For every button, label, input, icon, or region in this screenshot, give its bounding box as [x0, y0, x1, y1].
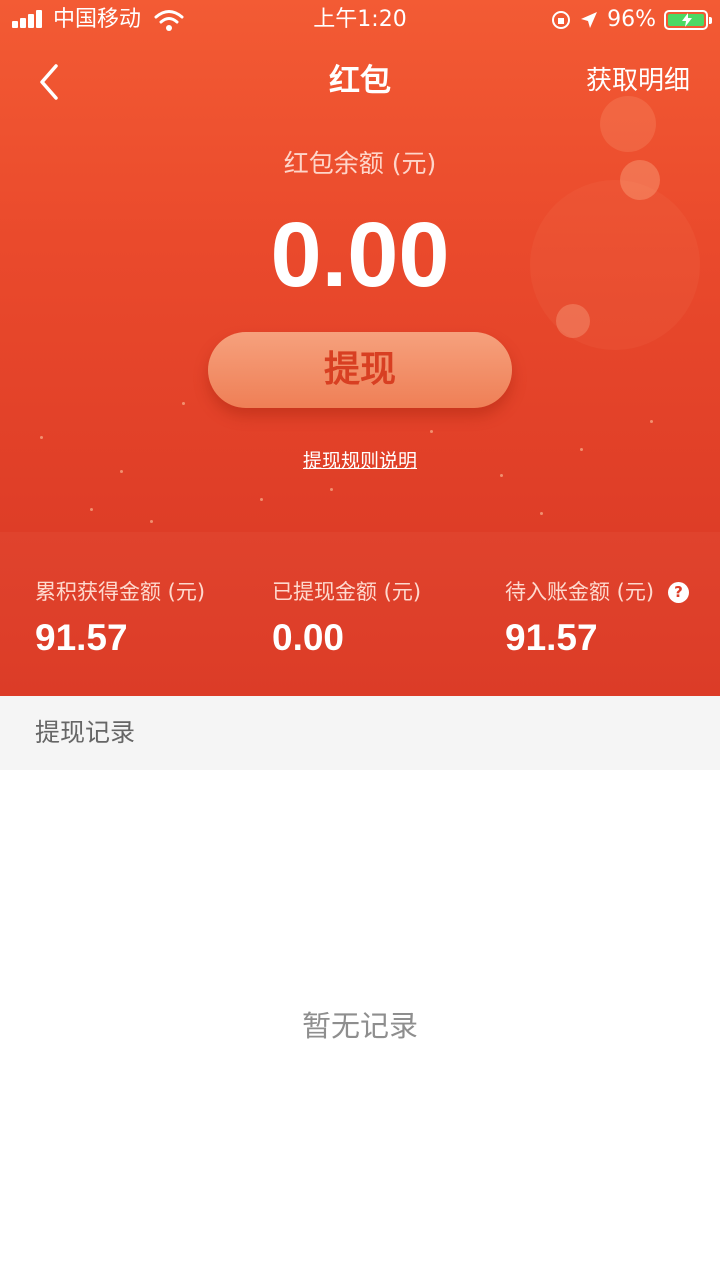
decor-speck [540, 512, 543, 515]
stat-value: 91.57 [505, 617, 598, 658]
location-arrow-icon [581, 12, 598, 28]
details-button[interactable]: 获取明细 [586, 62, 690, 100]
orientation-lock-icon [552, 11, 571, 29]
empty-state-text: 暂无记录 [301, 1009, 418, 1043]
status-right-group: 96% [551, 6, 712, 34]
battery-percent: 96% [607, 7, 656, 32]
stat-value: 0.00 [272, 617, 345, 658]
stat-withdrawn: 已提现金额 (元) 0.00 [272, 576, 421, 660]
stat-label: 已提现金额 (元) [272, 580, 422, 604]
section-title: 提现记录 [35, 718, 136, 747]
stat-label: 累积获得金额 (元) [35, 580, 206, 604]
withdraw-rules-link[interactable]: 提现规则说明 [0, 446, 720, 476]
stats-panel: 累积获得金额 (元) 91.57 已提现金额 (元) 0.00 待入账金额 (元… [0, 532, 720, 696]
decor-speck [430, 430, 433, 433]
stat-value: 91.57 [35, 617, 128, 658]
help-icon[interactable]: ? [668, 582, 689, 603]
decor-speck [260, 498, 263, 501]
decor-speck [150, 520, 153, 523]
stat-pending: 待入账金额 (元) 91.57 [505, 576, 654, 660]
withdraw-button[interactable]: 提现 [208, 332, 512, 408]
decor-speck [182, 402, 185, 405]
nav-bar: 红包 获取明细 [0, 50, 720, 114]
decor-speck [650, 420, 653, 423]
withdraw-records-header: 提现记录 [0, 696, 720, 770]
status-bar: 中国移动 上午1:20 96% [0, 0, 720, 40]
decor-speck [40, 436, 43, 439]
decor-speck [330, 488, 333, 491]
balance-label: 红包余额 (元) [283, 149, 437, 178]
stat-total-earned: 累积获得金额 (元) 91.57 [35, 576, 205, 660]
balance-value: 0.00 [270, 204, 450, 306]
stat-label: 待入账金额 (元) [505, 580, 655, 604]
decor-speck [90, 508, 93, 511]
battery-icon [664, 10, 712, 30]
